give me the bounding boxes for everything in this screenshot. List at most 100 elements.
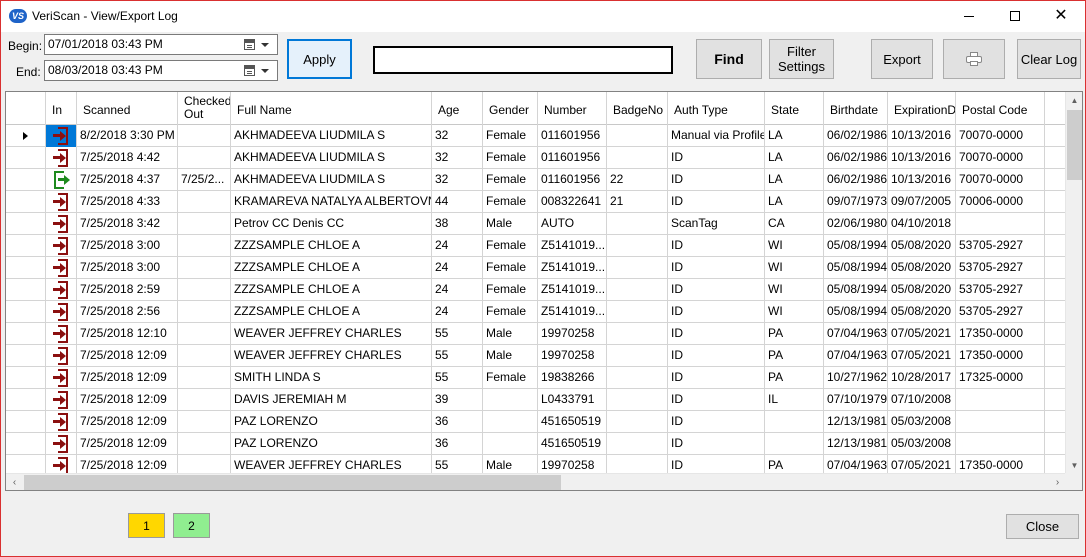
cell-checked-out[interactable] [178,279,231,301]
cell-badge-no[interactable] [607,279,668,301]
scroll-left-icon[interactable]: ‹ [6,474,23,490]
vertical-scroll-thumb[interactable] [1067,110,1082,180]
cell-birthdate[interactable]: 06/02/1986 [824,147,888,169]
close-button[interactable]: Close [1006,514,1079,539]
column-header-scanned[interactable]: Scanned [77,92,178,125]
cell-scanned[interactable]: 8/2/2018 3:30 PM [77,125,178,147]
row-selector[interactable] [6,345,46,367]
cell-badge-no[interactable] [607,389,668,411]
column-header-auth-type[interactable]: Auth Type [668,92,765,125]
row-selector[interactable] [6,257,46,279]
cell-age[interactable]: 39 [432,389,483,411]
close-window-button[interactable]: ✕ [1038,1,1084,31]
cell-badge-no[interactable] [607,125,668,147]
cell-expiration-date[interactable]: 07/10/2008 [888,389,956,411]
cell-number[interactable]: 011601956 [538,147,607,169]
cell-in[interactable] [46,389,77,411]
cell-badge-no[interactable] [607,213,668,235]
cell-auth-type[interactable]: ID [668,301,765,323]
cell-in[interactable] [46,433,77,455]
cell-checked-out[interactable] [178,191,231,213]
cell-number[interactable]: 19970258 [538,345,607,367]
cell-postal-code[interactable]: 53705-2927 [956,257,1045,279]
cell-birthdate[interactable]: 05/08/1994 [824,257,888,279]
table-row[interactable]: 7/25/2018 12:09 WEAVER JEFFREY CHARLES 55 M… [6,345,1066,367]
cell-checked-out[interactable] [178,147,231,169]
cell-expiration-date[interactable]: 10/13/2016 [888,147,956,169]
cell-checked-out[interactable] [178,411,231,433]
row-selector[interactable] [6,213,46,235]
cell-auth-type[interactable]: ID [668,323,765,345]
cell-checked-out[interactable] [178,213,231,235]
cell-state[interactable]: PA [765,323,824,345]
cell-scanned[interactable]: 7/25/2018 4:33 [77,191,178,213]
row-selector[interactable] [6,411,46,433]
table-row[interactable]: 7/25/2018 2:59 ZZZSAMPLE CHLOE A 24 Female Z… [6,279,1066,301]
cell-postal-code[interactable]: 53705-2927 [956,235,1045,257]
cell-badge-no[interactable] [607,301,668,323]
cell-in[interactable] [46,169,77,191]
cell-checked-out[interactable] [178,257,231,279]
cell-state[interactable]: LA [765,169,824,191]
cell-expiration-date[interactable]: 10/13/2016 [888,169,956,191]
cell-gender[interactable]: Female [483,147,538,169]
column-header-birthdate[interactable]: Birthdate [824,92,888,125]
column-header-checked-out[interactable]: Checked Out [178,92,231,125]
cell-state[interactable]: WI [765,301,824,323]
row-selector[interactable] [6,367,46,389]
cell-badge-no[interactable] [607,235,668,257]
cell-birthdate[interactable]: 07/10/1979 [824,389,888,411]
cell-number[interactable]: Z5141019... [538,257,607,279]
cell-number[interactable]: 008322641 [538,191,607,213]
cell-full-name[interactable]: ZZZSAMPLE CHLOE A [231,279,432,301]
cell-gender[interactable] [483,433,538,455]
column-header-expiration-date[interactable]: ExpirationDate [888,92,956,125]
cell-state[interactable]: LA [765,125,824,147]
cell-birthdate[interactable]: 05/08/1994 [824,235,888,257]
cell-scanned[interactable]: 7/25/2018 12:09 [77,367,178,389]
cell-number[interactable]: L0433791 [538,389,607,411]
cell-auth-type[interactable]: ID [668,147,765,169]
cell-number[interactable]: 19838266 [538,367,607,389]
cell-auth-type[interactable]: Manual via Profile [668,125,765,147]
clear-log-button[interactable]: Clear Log [1017,39,1081,79]
cell-birthdate[interactable]: 06/02/1986 [824,169,888,191]
cell-number[interactable]: Z5141019... [538,279,607,301]
scroll-up-icon[interactable]: ▲ [1066,92,1082,109]
cell-gender[interactable]: Female [483,125,538,147]
cell-birthdate[interactable]: 05/08/1994 [824,301,888,323]
cell-birthdate[interactable]: 12/13/1981 [824,433,888,455]
cell-checked-out[interactable]: 7/25/2... [178,169,231,191]
cell-age[interactable]: 24 [432,279,483,301]
cell-full-name[interactable]: SMITH LINDA S [231,367,432,389]
cell-postal-code[interactable]: 53705-2927 [956,301,1045,323]
cell-expiration-date[interactable]: 04/10/2018 [888,213,956,235]
cell-full-name[interactable]: AKHMADEEVA LIUDMILA S [231,125,432,147]
cell-postal-code[interactable]: 17350-0000 [956,345,1045,367]
cell-badge-no[interactable] [607,257,668,279]
cell-age[interactable]: 55 [432,323,483,345]
cell-auth-type[interactable]: ID [668,257,765,279]
calendar-icon[interactable] [244,39,255,50]
cell-gender[interactable]: Female [483,169,538,191]
page-2-button[interactable]: 2 [173,513,210,538]
export-button[interactable]: Export [871,39,933,79]
cell-gender[interactable] [483,411,538,433]
cell-in[interactable] [46,147,77,169]
cell-birthdate[interactable]: 02/06/1980 [824,213,888,235]
cell-scanned[interactable]: 7/25/2018 3:42 [77,213,178,235]
maximize-button[interactable] [992,1,1038,31]
column-header-postal-code[interactable]: Postal Code [956,92,1045,125]
cell-birthdate[interactable]: 09/07/1973 [824,191,888,213]
vertical-scrollbar[interactable]: ▲ ▼ [1065,92,1082,474]
cell-postal-code[interactable]: 70070-0000 [956,125,1045,147]
row-selector[interactable] [6,147,46,169]
horizontal-scroll-thumb[interactable] [24,475,561,490]
cell-age[interactable]: 24 [432,301,483,323]
row-selector[interactable] [6,125,46,147]
cell-age[interactable]: 24 [432,257,483,279]
cell-checked-out[interactable] [178,301,231,323]
cell-expiration-date[interactable]: 05/03/2008 [888,433,956,455]
cell-checked-out[interactable] [178,389,231,411]
column-header-badge-no[interactable]: BadgeNo [607,92,668,125]
